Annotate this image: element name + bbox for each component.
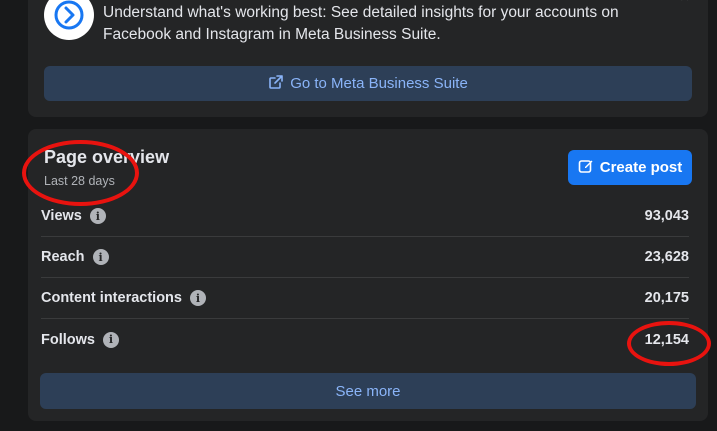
metric-label: Views [41,208,82,224]
see-more-button[interactable]: See more [40,373,696,409]
page-overview-date-range: Last 28 days [44,174,115,188]
close-icon[interactable]: × [680,0,696,8]
page-overview-title: Page overview [44,147,170,167]
meta-business-suite-banner: Understand what's working best: See deta… [28,0,708,117]
metric-row-follows: Follows i 12,154 [41,319,689,360]
banner-text: Understand what's working best: See deta… [103,4,619,43]
info-icon[interactable]: i [92,249,109,265]
metric-label: Content interactions [41,290,182,306]
info-icon[interactable]: i [102,331,119,348]
metric-value: 23,628 [644,249,689,265]
create-post-label: Create post [599,159,683,176]
go-to-meta-business-suite-button[interactable]: Go to Meta Business Suite [44,66,692,101]
page-overview-card: Page overview Last 28 days Create post V… [28,129,708,421]
metric-row-reach: Reach i 23,628 [41,237,689,278]
metric-label: Follows [41,331,95,348]
go-to-meta-business-suite-label: Go to Meta Business Suite [290,75,468,92]
external-link-icon [268,74,284,94]
metric-label: Reach [41,249,85,265]
metric-value: 12,154 [644,331,689,348]
info-icon[interactable]: i [89,208,106,224]
metric-value: 93,043 [644,208,689,224]
create-post-button[interactable]: Create post [568,150,692,185]
metric-value: 20,175 [644,290,689,306]
edit-icon [578,158,594,178]
metrics-list: Views i 93,043 Reach i 23,628 Content in… [41,196,689,360]
meta-business-suite-logo-icon [44,0,94,40]
page: Understand what's working best: See deta… [0,0,717,431]
info-icon[interactable]: i [189,290,206,306]
metric-row-views: Views i 93,043 [41,196,689,237]
metric-row-content-interactions: Content interactions i 20,175 [41,278,689,319]
